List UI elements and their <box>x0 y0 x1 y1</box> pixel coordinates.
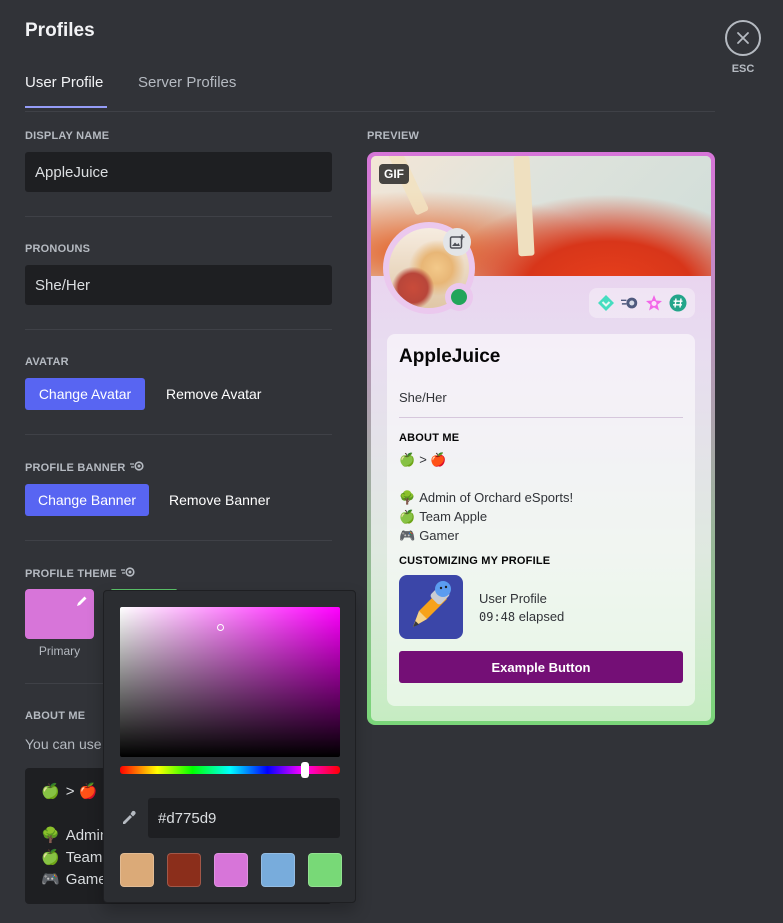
divider <box>25 216 332 217</box>
quest-star-icon[interactable] <box>645 294 663 312</box>
hypesquad-balance-icon[interactable] <box>597 294 615 312</box>
online-status-icon <box>451 289 467 305</box>
preset-color-swatch[interactable] <box>120 853 154 887</box>
pronouns-label: PRONOUNS <box>25 243 91 255</box>
remove-banner-button[interactable]: Remove Banner <box>169 484 270 516</box>
divider <box>25 540 332 541</box>
preset-color-swatch[interactable] <box>214 853 248 887</box>
hue-slider[interactable] <box>120 762 340 778</box>
preview-label: PREVIEW <box>367 130 420 142</box>
profile-preview-card: GIF AppleJuice She/Her ABOUT ME 🍏 > 🍎 🌳 … <box>367 152 715 725</box>
green-apple-emoji: 🍏 <box>399 451 416 467</box>
preview-pronouns: She/Her <box>399 390 447 405</box>
gif-badge: GIF <box>379 164 409 184</box>
profile-tabs: User Profile Server Profiles <box>25 72 715 112</box>
tree-emoji: 🌳 <box>399 489 416 505</box>
primary-color-swatch[interactable] <box>25 589 94 639</box>
green-apple-emoji: 🍏 <box>399 508 416 524</box>
close-icon[interactable] <box>725 20 761 56</box>
pencil-activity-icon <box>399 575 463 639</box>
color-picker-popout: #d775d9 <box>103 590 356 903</box>
add-image-icon[interactable] <box>443 228 471 256</box>
preset-colors <box>120 853 342 887</box>
profile-badges <box>589 288 695 318</box>
eyedropper-icon[interactable] <box>120 809 138 832</box>
profile-theme-label: PROFILE THEME <box>25 567 135 580</box>
preview-display-name: AppleJuice <box>399 346 501 367</box>
esc-label: ESC <box>731 63 755 75</box>
change-banner-button[interactable]: Change Banner <box>25 484 149 516</box>
game-controller-emoji: 🎮 <box>41 871 60 888</box>
activity: User Profile 09:48 elapsed <box>399 575 683 639</box>
nitro-icon <box>129 461 144 474</box>
profile-banner-label: PROFILE BANNER <box>25 461 144 474</box>
display-name-input[interactable]: AppleJuice <box>25 152 332 192</box>
pencil-icon <box>76 594 88 612</box>
about-line: 🎮 Gamer <box>399 527 459 544</box>
activity-elapsed: 09:48 elapsed <box>479 608 565 624</box>
preview-about-heading: ABOUT ME <box>399 432 460 444</box>
profile-body: AppleJuice She/Her ABOUT ME 🍏 > 🍎 🌳 Admin … <box>387 334 695 706</box>
page-title: Profiles <box>25 20 95 41</box>
about-line: 🍏Team Apple <box>399 508 488 525</box>
preset-color-swatch[interactable] <box>308 853 342 887</box>
pronouns-input[interactable]: She/Her <box>25 265 332 305</box>
about-line <box>399 469 683 488</box>
divider <box>399 417 683 418</box>
hue-slider-handle[interactable] <box>301 762 309 778</box>
status-indicator <box>445 283 473 311</box>
preview-about-text: 🍏 > 🍎 🌳 Admin of Orchard eSports! 🍏 Team Ap… <box>399 450 683 545</box>
close-button[interactable]: ESC <box>725 20 761 75</box>
preset-color-swatch[interactable] <box>167 853 201 887</box>
activity-heading: CUSTOMIZING MY PROFILE <box>399 555 551 567</box>
nitro-boost-icon[interactable] <box>621 294 639 312</box>
divider <box>25 329 332 330</box>
profile-banner-label-text: PROFILE BANNER <box>25 461 126 474</box>
change-avatar-button[interactable]: Change Avatar <box>25 378 145 410</box>
game-controller-emoji: 🎮 <box>399 527 416 543</box>
tree-emoji: 🌳 <box>41 827 60 844</box>
display-name-label: DISPLAY NAME <box>25 130 110 142</box>
color-handle[interactable] <box>217 624 224 631</box>
nitro-icon <box>120 567 135 580</box>
about-line: 🌳Admin of Orchard eSports! <box>399 489 574 506</box>
activity-name: User Profile <box>479 590 547 606</box>
avatar-label: AVATAR <box>25 356 69 368</box>
example-button[interactable]: Example Button <box>399 651 683 683</box>
tab-user-profile[interactable]: User Profile <box>25 74 107 108</box>
green-apple-emoji: 🍏 <box>41 783 60 800</box>
about-line: 🍏 > 🍎 <box>399 451 447 467</box>
divider <box>25 434 332 435</box>
hex-color-input[interactable]: #d775d9 <box>148 798 340 838</box>
active-developer-icon[interactable] <box>669 294 687 312</box>
remove-avatar-button[interactable]: Remove Avatar <box>166 378 261 410</box>
profile-theme-label-text: PROFILE THEME <box>25 567 117 580</box>
about-me-label: ABOUT ME <box>25 710 86 722</box>
green-apple-emoji: 🍏 <box>41 849 60 866</box>
saturation-brightness-area[interactable] <box>120 607 340 757</box>
preset-color-swatch[interactable] <box>261 853 295 887</box>
primary-caption: Primary <box>38 644 81 658</box>
tab-server-profiles[interactable]: Server Profiles <box>138 74 236 106</box>
